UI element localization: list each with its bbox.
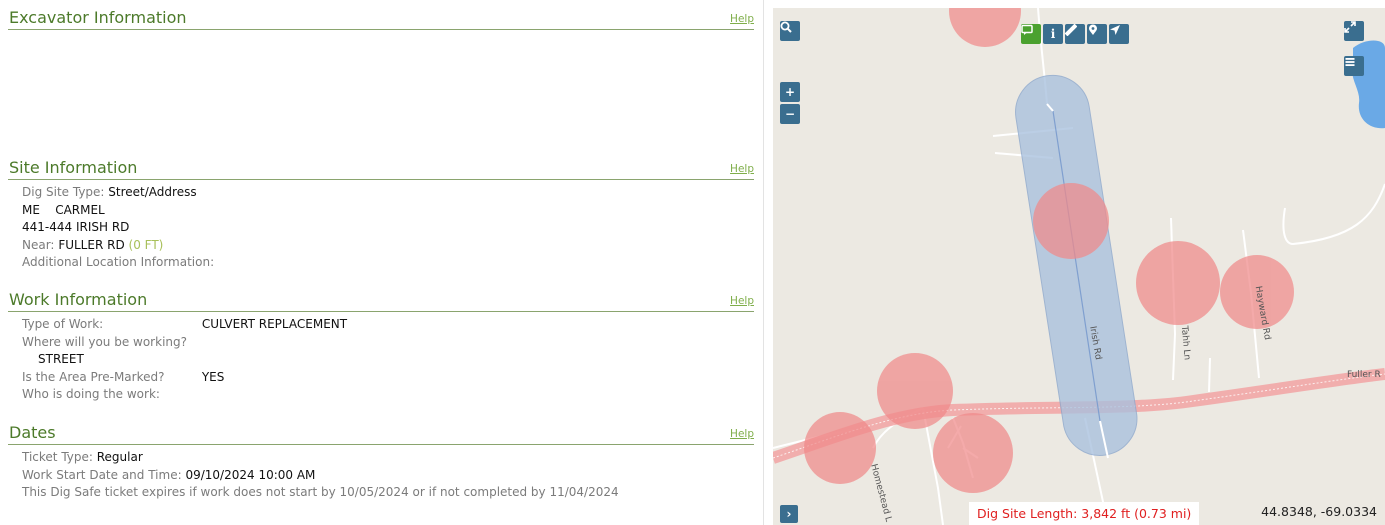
excavator-section: Excavator Information Help xyxy=(8,8,754,30)
field-label: Where will you be working? xyxy=(22,334,187,349)
navigate-arrow-icon[interactable] xyxy=(1109,24,1129,44)
field-label: Near: xyxy=(22,237,55,252)
road-segment xyxy=(1208,357,1211,393)
additional-info-row: Additional Location Information: xyxy=(22,254,754,272)
field-label: Who is doing the work: xyxy=(22,387,160,401)
zoom-out-button[interactable]: − xyxy=(780,104,800,124)
collapse-panel-button[interactable]: › xyxy=(780,505,798,523)
section-title: Dates xyxy=(9,423,56,442)
location-pin-icon[interactable] xyxy=(1087,24,1107,44)
panel-divider[interactable] xyxy=(763,0,773,525)
dig-site-length: Dig Site Length: 3,842 ft (0.73 mi) xyxy=(969,502,1200,525)
help-link[interactable]: Help xyxy=(730,13,754,25)
ticket-details-panel: Excavator Information Help Site Informat… xyxy=(0,0,764,525)
utility-marker xyxy=(1136,241,1220,325)
utility-marker xyxy=(1033,183,1109,259)
field-label: Type of Work: xyxy=(22,317,104,331)
field-label: Dig Site Type: xyxy=(22,185,105,199)
work-start-row: Work Start Date and Time: 09/10/2024 10:… xyxy=(22,467,754,485)
utility-marker xyxy=(949,8,1021,47)
field-value: ME CARMEL xyxy=(22,202,105,217)
address-row: 441-444 IRISH RD xyxy=(22,219,754,237)
field-value: Street/Address xyxy=(108,185,197,199)
water-body xyxy=(1352,40,1385,129)
type-of-work-row: Type of Work: CULVERT REPLACEMENT xyxy=(22,316,754,334)
expand-icon[interactable] xyxy=(1344,21,1364,41)
utility-marker xyxy=(933,413,1013,493)
dates-section: Dates Help Ticket Type: Regular Work Sta… xyxy=(8,423,754,502)
field-value: FULLER RD xyxy=(58,237,125,252)
distance-value: (0 FT) xyxy=(128,237,164,252)
field-value: Regular xyxy=(96,450,143,464)
layers-menu-icon[interactable] xyxy=(1344,56,1364,76)
who-doing-work-row: Who is doing the work: xyxy=(22,386,754,404)
search-icon[interactable] xyxy=(780,21,800,41)
help-link[interactable]: Help xyxy=(730,163,754,175)
map-canvas[interactable] xyxy=(773,8,1385,525)
help-link[interactable]: Help xyxy=(730,428,754,440)
expiration-note: This Dig Safe ticket expires if work doe… xyxy=(22,485,619,499)
road-segment xyxy=(1282,183,1385,246)
field-value: 441-444 IRISH RD xyxy=(22,220,130,234)
map-coordinates: 44.8348, -69.0334 xyxy=(1261,504,1377,519)
field-value: STREET xyxy=(38,352,84,366)
dig-site-type-row: Dig Site Type: Street/Address xyxy=(22,184,754,202)
site-section: Site Information Help Dig Site Type: Str… xyxy=(8,158,754,272)
where-working-row: Where will you be working? xyxy=(22,334,754,352)
work-section: Work Information Help Type of Work: CULV… xyxy=(8,290,754,404)
utility-marker xyxy=(804,412,876,484)
zoom-in-button[interactable]: + xyxy=(780,82,800,102)
utility-marker xyxy=(877,353,953,429)
near-row: Near: FULLER RD (0 FT) xyxy=(22,237,754,255)
ruler-icon[interactable] xyxy=(1065,24,1085,44)
section-title: Work Information xyxy=(9,290,148,309)
field-value: CULVERT REPLACEMENT xyxy=(201,317,348,331)
help-link[interactable]: Help xyxy=(730,295,754,307)
section-title: Excavator Information xyxy=(9,8,187,27)
ticket-type-row: Ticket Type: Regular xyxy=(22,449,754,467)
where-working-value-row: STREET xyxy=(22,351,754,369)
field-label: Ticket Type: xyxy=(22,450,93,464)
dig-site-map[interactable]: Irish Rd Tahh Ln Hayward Rd Fuller R Hom… xyxy=(773,8,1385,525)
pre-marked-row: Is the Area Pre-Marked? YES xyxy=(22,369,754,387)
expiration-note-row: This Dig Safe ticket expires if work doe… xyxy=(22,484,754,502)
field-value: 09/10/2024 10:00 AM xyxy=(185,467,316,482)
field-value: YES xyxy=(201,369,225,384)
comment-icon[interactable] xyxy=(1021,24,1041,44)
field-label: Is the Area Pre-Marked? xyxy=(22,369,165,384)
field-label: Additional Location Information: xyxy=(22,255,215,269)
state-town-row: ME CARMEL xyxy=(22,202,754,220)
field-label: Work Start Date and Time: xyxy=(22,467,182,482)
info-icon[interactable]: i xyxy=(1043,24,1063,44)
road-label: Fuller R xyxy=(1347,370,1381,380)
section-title: Site Information xyxy=(9,158,138,177)
